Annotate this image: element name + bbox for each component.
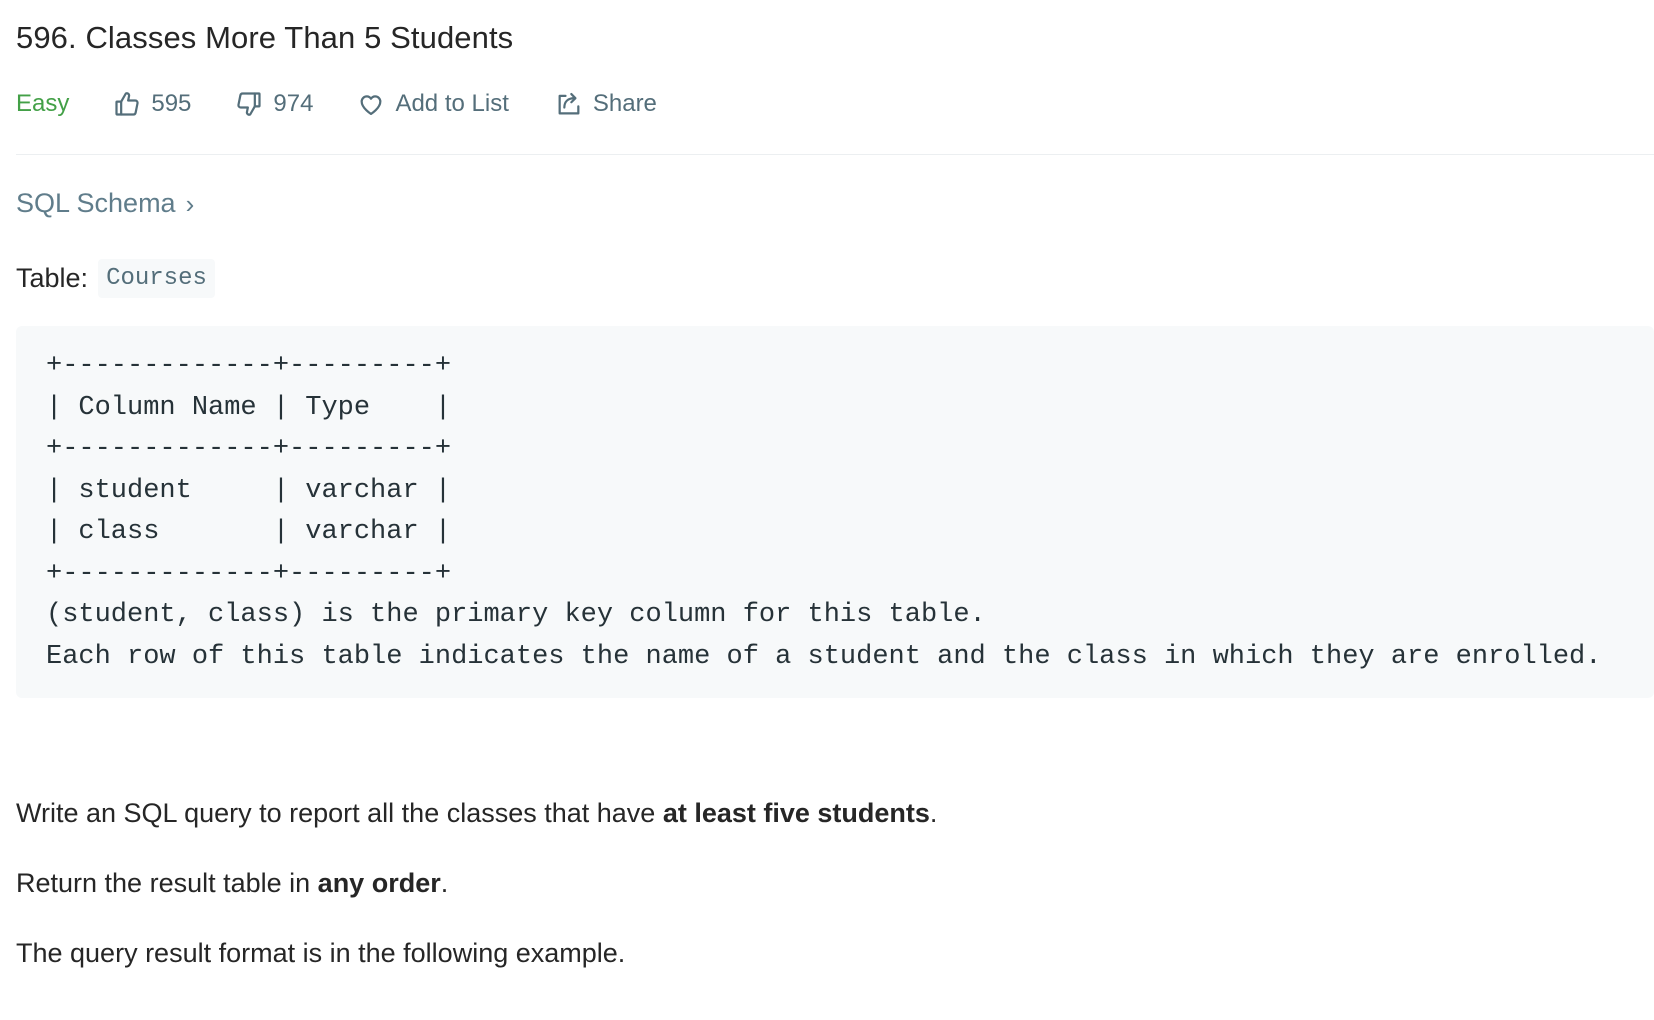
table-intro: Table: Courses xyxy=(16,258,215,298)
p2-bold: any order xyxy=(317,868,441,898)
thumbs-down-icon xyxy=(237,92,262,116)
add-to-list-label: Add to List xyxy=(395,90,509,117)
problem-meta-bar: Easy 595 974 Add to List Share xyxy=(16,84,657,124)
p2-text: Return the result table in xyxy=(16,868,318,898)
like-button[interactable]: 595 xyxy=(113,90,191,118)
add-to-list-button[interactable]: Add to List xyxy=(357,90,509,118)
share-icon xyxy=(558,92,580,115)
share-button[interactable]: Share xyxy=(555,90,657,118)
schema-code-block: +-------------+---------+ | Column Name … xyxy=(16,326,1654,698)
sql-schema-link[interactable]: SQL Schema › xyxy=(16,188,194,219)
chevron-right-icon: › xyxy=(185,188,195,219)
problem-title: 596. Classes More Than 5 Students xyxy=(16,20,514,55)
p1-end: . xyxy=(929,798,938,828)
p1-text: Write an SQL query to report all the cla… xyxy=(16,798,663,828)
thumbs-up-icon xyxy=(115,92,139,116)
description-paragraph-3: The query result format is in the follow… xyxy=(16,938,626,968)
share-label: Share xyxy=(592,90,657,117)
difficulty-badge: Easy xyxy=(16,90,70,117)
header-divider xyxy=(16,154,1654,155)
heart-icon xyxy=(361,95,382,116)
dislike-count: 974 xyxy=(273,90,314,117)
dislike-button[interactable]: 974 xyxy=(235,90,313,118)
p2-end: . xyxy=(440,868,449,898)
description-paragraph-1: Write an SQL query to report all the cla… xyxy=(16,798,937,829)
like-count: 595 xyxy=(151,90,192,117)
description-paragraph-2: Return the result table in any order. xyxy=(16,868,448,899)
schema-code-text: +-------------+---------+ | Column Name … xyxy=(46,351,1602,672)
sql-schema-label: SQL Schema xyxy=(16,188,176,218)
table-label: Table: xyxy=(16,262,89,293)
table-name-code: Courses xyxy=(98,258,215,298)
p1-bold: at least five students xyxy=(662,798,930,828)
problem-description-page: 596. Classes More Than 5 Students Easy 5… xyxy=(0,0,1654,1020)
